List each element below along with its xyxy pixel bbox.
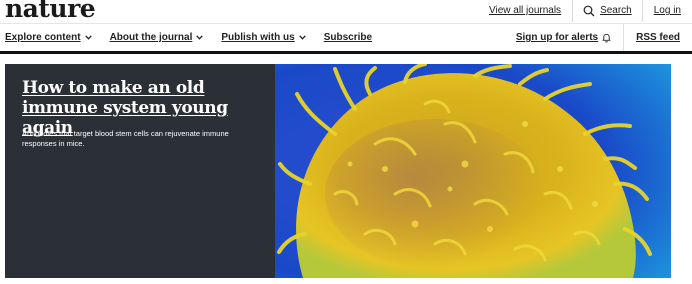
chevron-down-icon bbox=[196, 35, 204, 40]
sign-up-for-alerts-link[interactable]: Sign up for alerts bbox=[504, 32, 623, 43]
publish-with-us-label: Publish with us bbox=[221, 32, 295, 43]
view-all-journals-link[interactable]: View all journals bbox=[478, 0, 572, 22]
main-nav: Explore content About the journal Publis… bbox=[0, 24, 692, 51]
about-the-journal-label: About the journal bbox=[109, 32, 193, 43]
header-rule bbox=[0, 51, 692, 54]
nature-logo[interactable]: nature bbox=[5, 0, 96, 23]
hero-summary: Antibodies that target blood stem cells … bbox=[22, 129, 229, 148]
about-the-journal-menu[interactable]: About the journal bbox=[110, 32, 204, 43]
subscribe-link[interactable]: Subscribe bbox=[324, 32, 372, 43]
chevron-down-icon bbox=[298, 35, 306, 40]
explore-content-label: Explore content bbox=[5, 32, 81, 43]
rss-feed-link[interactable]: RSS feed bbox=[624, 32, 692, 43]
search-icon bbox=[583, 5, 595, 17]
top-bar: nature View all journals Search Log in bbox=[0, 0, 692, 23]
search-label: Search bbox=[600, 5, 632, 16]
sign-up-for-alerts-label: Sign up for alerts bbox=[515, 32, 599, 43]
cell-micrograph-image bbox=[275, 62, 671, 278]
top-right-links: View all journals Search Log in bbox=[478, 0, 692, 22]
chevron-down-icon bbox=[84, 35, 92, 40]
bell-icon bbox=[602, 33, 611, 42]
hero-image[interactable] bbox=[275, 62, 671, 278]
nav-left: Explore content About the journal Publis… bbox=[5, 24, 390, 51]
hero-text-panel: How to make an old immune system young a… bbox=[5, 64, 275, 278]
nav-right: Sign up for alerts RSS feed bbox=[504, 24, 692, 51]
publish-with-us-menu[interactable]: Publish with us bbox=[221, 32, 306, 43]
explore-content-menu[interactable]: Explore content bbox=[5, 32, 92, 43]
login-link[interactable]: Log in bbox=[643, 0, 692, 22]
hero-article: How to make an old immune system young a… bbox=[5, 62, 671, 278]
search-button[interactable]: Search bbox=[573, 0, 642, 22]
